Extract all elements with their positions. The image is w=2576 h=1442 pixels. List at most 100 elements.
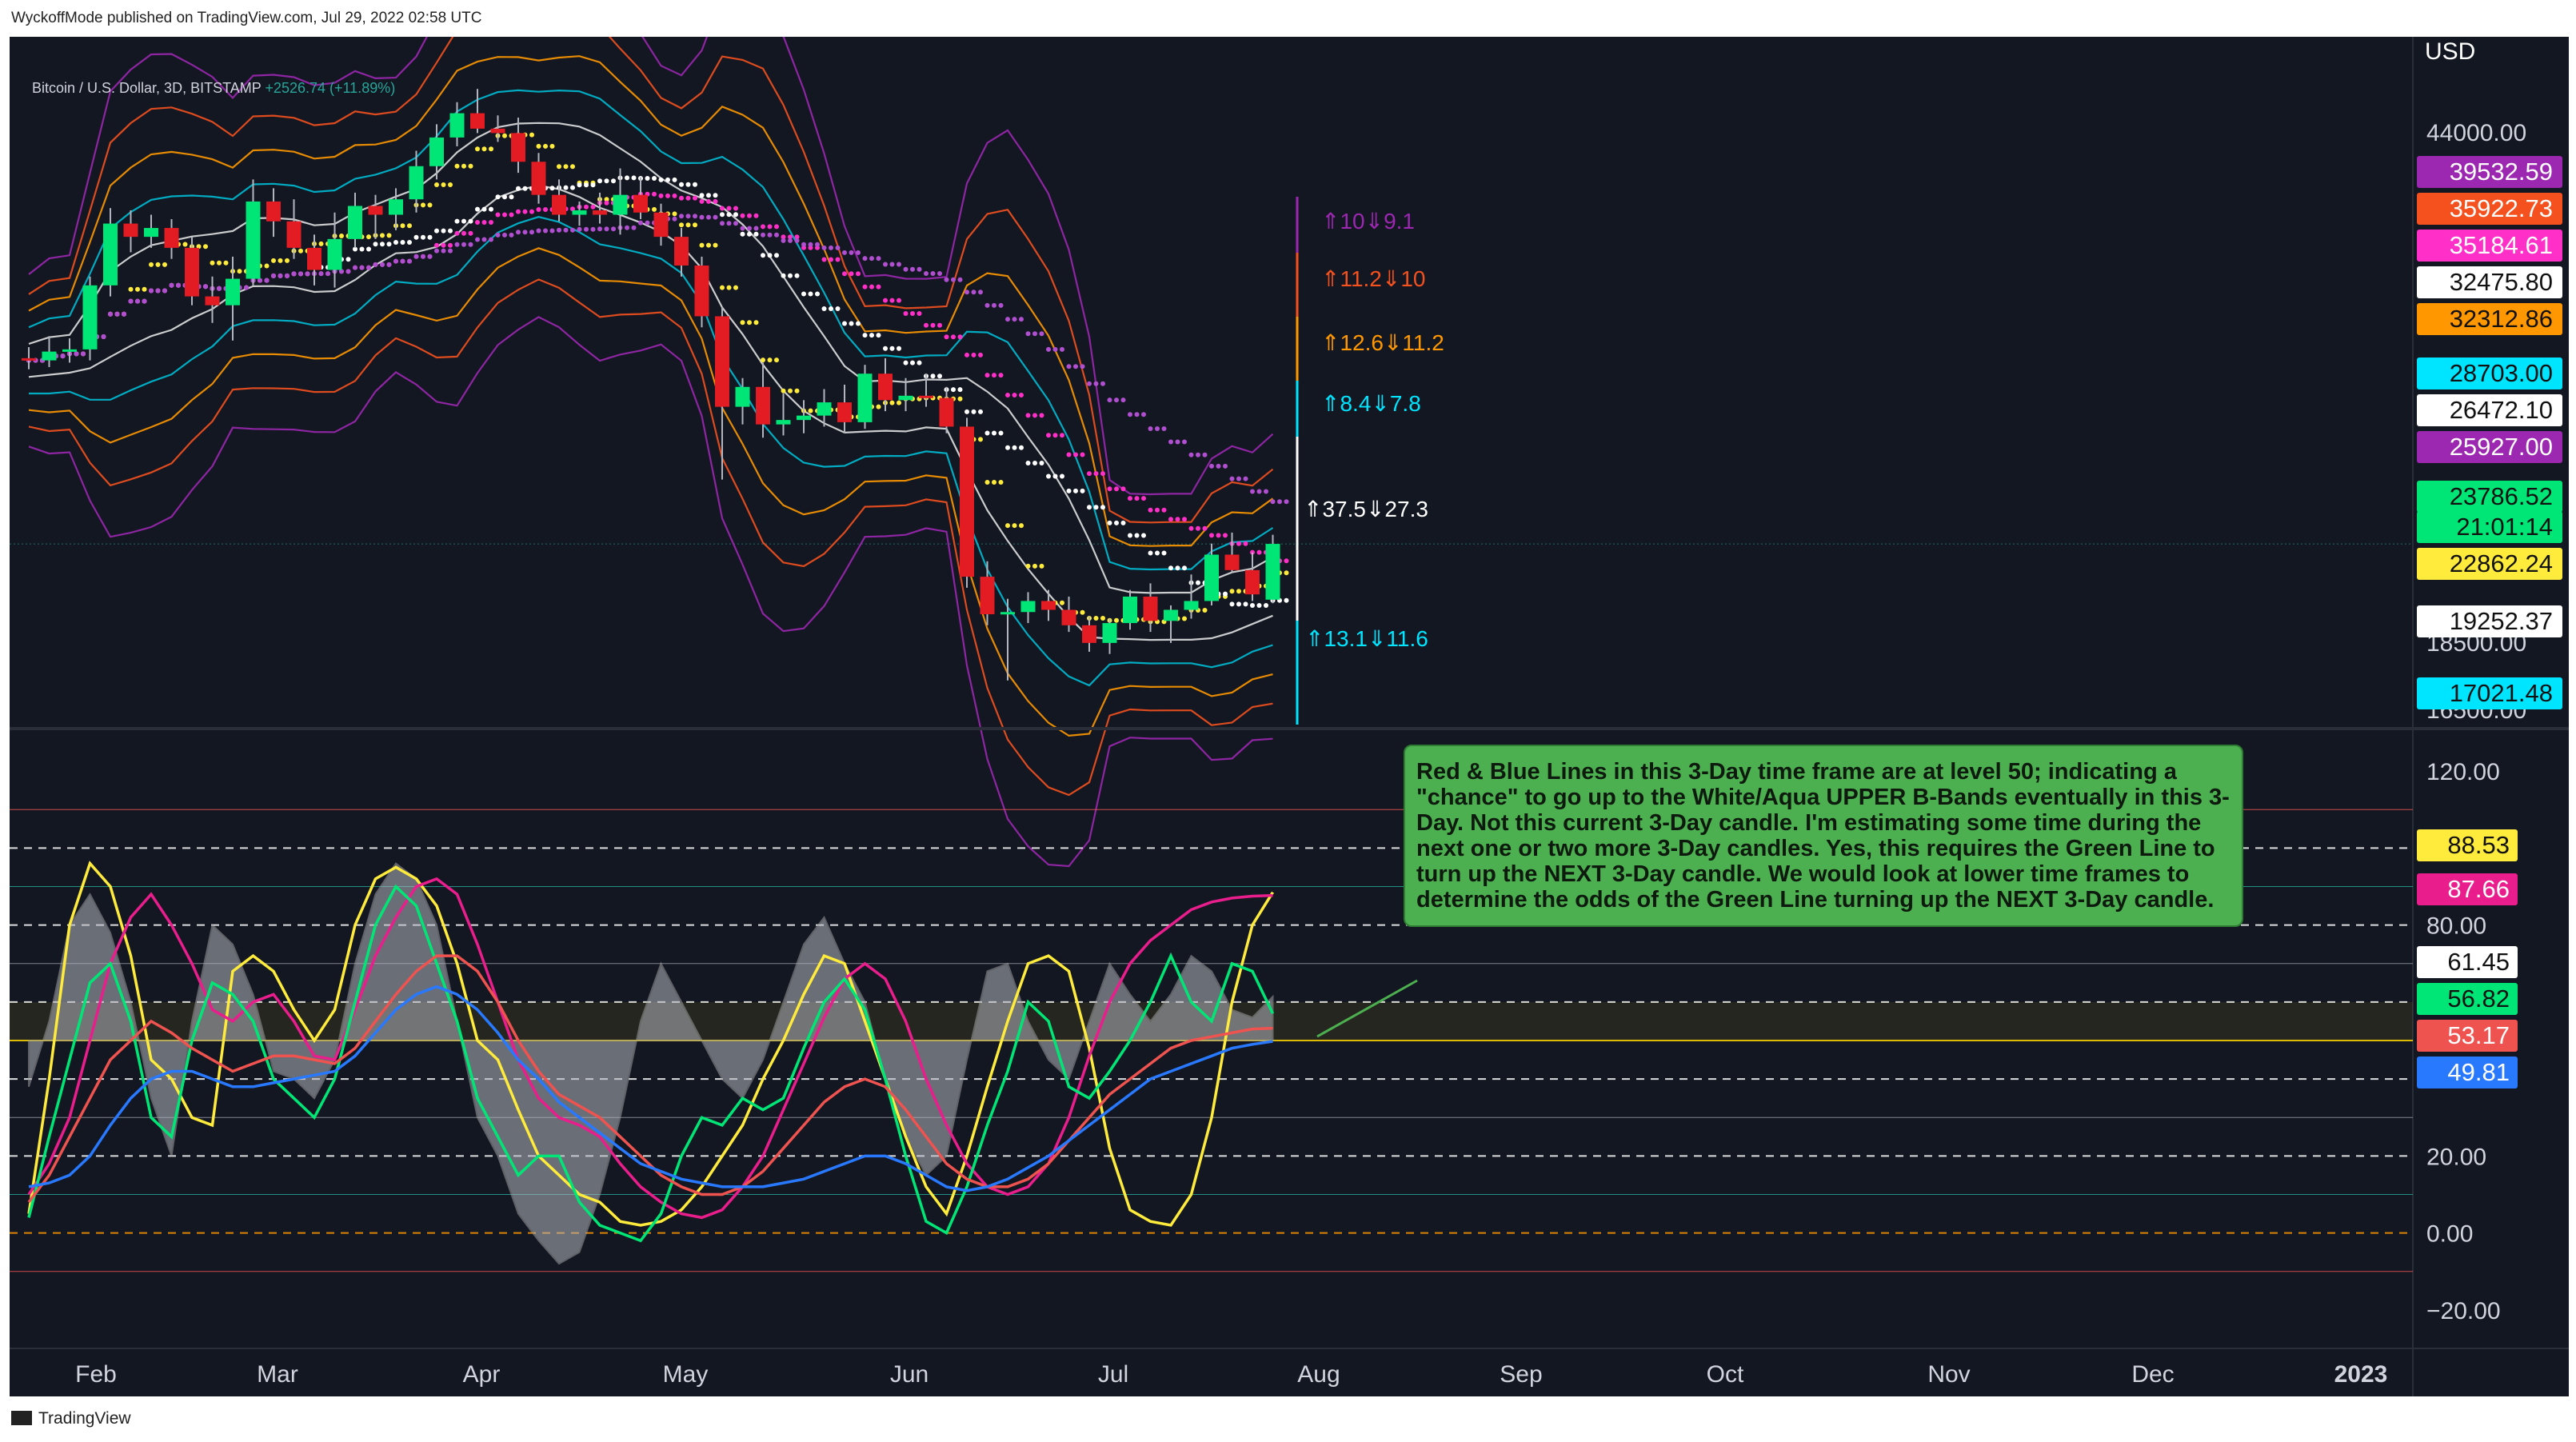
dotted-ma-pink-dot [516,209,521,214]
candle-down [919,395,933,398]
dotted-ma-purple-dot [815,242,820,247]
dotted-ma-purple-dot [862,256,868,262]
dotted-ma-purple-dot [264,278,270,283]
dotted-ma-pink-dot [584,204,589,210]
dotted-ma-yellow-dot [155,262,161,267]
dotted-ma-pink-dot [475,220,480,225]
candle-up [389,199,403,215]
dotted-ma-yellow-dot [264,263,270,269]
dotted-ma-white-dot [1052,473,1058,479]
dotted-ma-yellow-dot [210,260,215,266]
dotted-ma-purple-dot [740,226,745,231]
dotted-ma-purple-dot [1087,381,1092,386]
dotted-ma-yellow-dot [1182,616,1187,621]
dotted-ma-white-dot [386,242,392,247]
price-label-value: 32475.80 [2450,268,2553,296]
x-tick: Apr [463,1361,501,1388]
dotted-ma-yellow-dot [1005,523,1010,529]
dotted-ma-pink-dot [917,311,922,316]
dotted-ma-purple-dot [298,271,303,277]
dotted-ma-yellow-dot [563,164,569,170]
dotted-ma-purple-dot [611,226,616,232]
dotted-ma-purple-dot [1236,476,1241,481]
dotted-ma-white-dot [454,218,460,224]
publish-header: WyckoffMode published on TradingView.com… [0,0,2576,37]
dotted-ma-yellow-dot [502,133,507,138]
dotted-ma-white-dot [726,212,732,218]
dotted-ma-white-dot [1229,601,1235,607]
candle-down [694,265,709,317]
dotted-ma-white-dot [1168,565,1173,571]
dotted-ma-white-dot [645,176,650,181]
dotted-ma-white-dot [1066,488,1072,493]
dotted-ma-purple-dot [461,242,466,247]
dotted-ma-purple-dot [897,262,901,267]
dotted-ma-white-dot [584,182,589,188]
dotted-ma-purple-dot [549,228,555,234]
dotted-ma-purple-dot [162,288,167,294]
candle-down [878,373,893,401]
x-tick: May [663,1361,709,1388]
dotted-ma-purple-dot [856,250,861,255]
dotted-ma-white-dot [359,246,365,252]
dotted-ma-pink-dot [753,213,759,218]
dotted-ma-yellow-dot [1012,523,1017,529]
dotted-ma-white-dot [1128,533,1132,538]
dotted-ma-yellow-dot [400,223,405,229]
dotted-ma-white-dot [910,360,915,365]
dotted-ma-purple-dot [638,220,643,226]
dotted-ma-purple-dot [808,242,813,247]
dotted-ma-purple-dot [726,221,732,226]
dotted-ma-purple-dot [366,265,371,270]
candle-up [144,228,158,238]
dotted-ma-pink-dot [821,257,827,262]
dotted-ma-purple-dot [454,242,460,247]
dotted-ma-purple-dot [604,226,609,232]
dotted-ma-white-dot [1032,461,1037,465]
dotted-ma-pink-dot [1155,507,1160,513]
dotted-ma-yellow-dot [427,202,433,208]
dotted-ma-pink-dot [529,209,534,214]
x-tick: Aug [1297,1361,1340,1388]
dotted-ma-yellow-dot [753,320,759,326]
dotted-ma-yellow-dot [794,388,800,393]
dotted-ma-purple-dot [135,298,140,304]
dotted-ma-white-dot [1236,601,1241,607]
candle-up [1000,612,1015,615]
dotted-ma-pink-dot [1182,517,1187,522]
dotted-ma-yellow-dot [489,146,493,152]
dotted-ma-pink-dot [1087,471,1092,477]
dotted-ma-purple-dot [924,271,929,276]
candle-down [593,210,607,215]
dotted-ma-pink-dot [489,220,493,225]
osc-value: 49.81 [2447,1058,2510,1086]
dotted-ma-white-dot [1284,597,1289,603]
dotted-ma-purple-dot [475,237,480,242]
dotted-ma-white-dot [706,193,711,198]
candle-up [1184,601,1199,610]
dotted-ma-purple-dot [60,354,66,359]
dotted-ma-white-dot [475,206,480,212]
dotted-ma-pink-dot [869,284,874,290]
dotted-ma-white-dot [774,253,779,258]
dotted-ma-purple-dot [1046,346,1051,352]
candle-up [1123,596,1137,624]
dotted-ma-white-dot [733,212,738,218]
dotted-ma-yellow-dot [897,400,901,405]
dotted-ma-pink-dot [889,298,895,303]
band-stat: ⇑37.5⇓27.3 [1304,497,1428,521]
candle-up [857,373,873,422]
price-label-value: 39532.59 [2450,158,2553,186]
dotted-ma-purple-dot [359,265,365,270]
dotted-ma-purple-dot [753,226,759,231]
price-label-value: 35922.73 [2450,194,2553,222]
dotted-ma-white-dot [965,409,969,414]
dotted-ma-white-dot [1120,520,1126,525]
x-tick: Nov [1927,1361,1970,1388]
dotted-ma-yellow-dot [271,258,276,263]
dotted-ma-yellow-dot [652,206,657,212]
dotted-ma-white-dot [393,240,398,245]
candle-down [552,194,566,215]
price-label-value: 23786.52 [2450,482,2553,510]
dotted-ma-pink-dot [1161,507,1167,513]
